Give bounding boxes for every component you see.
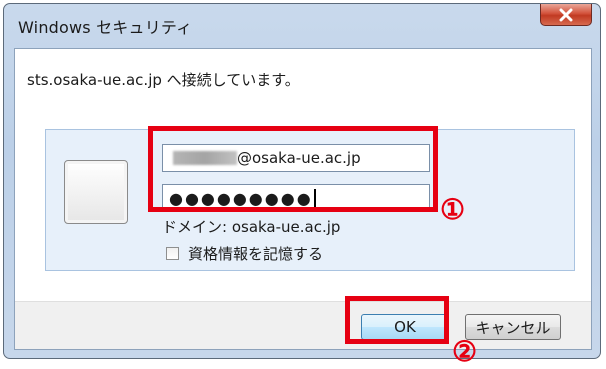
domain-label: ドメイン: osaka-ue.ac.jp — [162, 218, 341, 236]
window-title: Windows セキュリティ — [18, 18, 193, 37]
annotation-box-ok — [345, 296, 449, 344]
remember-label: 資格情報を記憶する — [188, 245, 324, 263]
close-icon — [559, 8, 573, 21]
user-avatar-tile — [64, 160, 128, 224]
remember-credentials[interactable]: 資格情報を記憶する — [166, 243, 323, 264]
connection-message: sts.osaka-ue.ac.jp へ接続しています。 — [27, 71, 300, 89]
annotation-box-credentials — [148, 126, 438, 212]
annotation-step-2: ② — [452, 335, 478, 368]
annotation-step-1: ① — [440, 193, 466, 226]
remember-checkbox[interactable] — [166, 247, 179, 260]
button-bar: OK キャンセル — [15, 302, 591, 349]
cancel-button[interactable]: キャンセル — [465, 314, 561, 340]
close-button[interactable] — [540, 4, 592, 26]
